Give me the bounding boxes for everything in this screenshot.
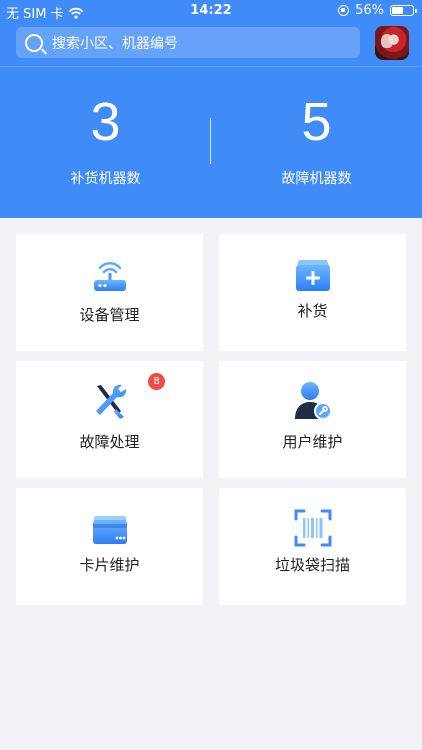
restock-label: 补货机器数	[70, 171, 141, 187]
fault-count: 5	[301, 92, 332, 152]
barcode-scan-icon	[294, 509, 331, 547]
tile-device-management[interactable]: 设备管理	[16, 234, 203, 351]
tile-label: 垃圾袋扫描	[274, 556, 350, 574]
fault-label: 故障机器数	[281, 171, 352, 187]
battery-level	[392, 7, 403, 14]
fault-stat[interactable]: 5 故障机器数	[211, 92, 422, 188]
tile-restock[interactable]: 补货	[219, 234, 406, 351]
tile-label: 故障处理	[79, 433, 140, 451]
router-icon	[93, 262, 126, 291]
divider	[0, 66, 422, 67]
status-bar: 无 SIM 卡 14:22 56%	[0, 0, 422, 22]
card-icon	[92, 516, 127, 544]
battery-icon	[390, 5, 417, 16]
battery-percent: 56%	[355, 3, 384, 18]
tile-label: 用户维护	[282, 433, 343, 451]
tools-icon	[95, 384, 126, 419]
tile-fault-handling[interactable]: 8 故障处理	[16, 361, 203, 478]
restock-box-icon	[295, 260, 330, 291]
header-banner: 无 SIM 卡 14:22 56% 搜索小区、机器编号 3 补货机器数 5 故障…	[0, 0, 422, 218]
tile-user-maintenance[interactable]: 用户维护	[219, 361, 406, 478]
orientation-lock-icon	[338, 5, 350, 16]
tile-label: 补货	[297, 302, 328, 320]
avatar[interactable]	[375, 26, 409, 60]
tile-bag-scan[interactable]: 垃圾袋扫描	[219, 488, 406, 605]
user-settings-icon	[294, 382, 332, 420]
fault-badge: 8	[148, 373, 165, 390]
search-input[interactable]: 搜索小区、机器编号	[52, 33, 178, 53]
tile-label: 卡片维护	[79, 556, 140, 574]
restock-stat[interactable]: 3 补货机器数	[0, 92, 211, 188]
search-bar[interactable]: 搜索小区、机器编号	[16, 27, 360, 58]
restock-count: 3	[90, 92, 121, 152]
search-icon	[25, 33, 43, 52]
tile-label: 设备管理	[79, 306, 140, 324]
tile-card-maintenance[interactable]: 卡片维护	[16, 488, 203, 605]
